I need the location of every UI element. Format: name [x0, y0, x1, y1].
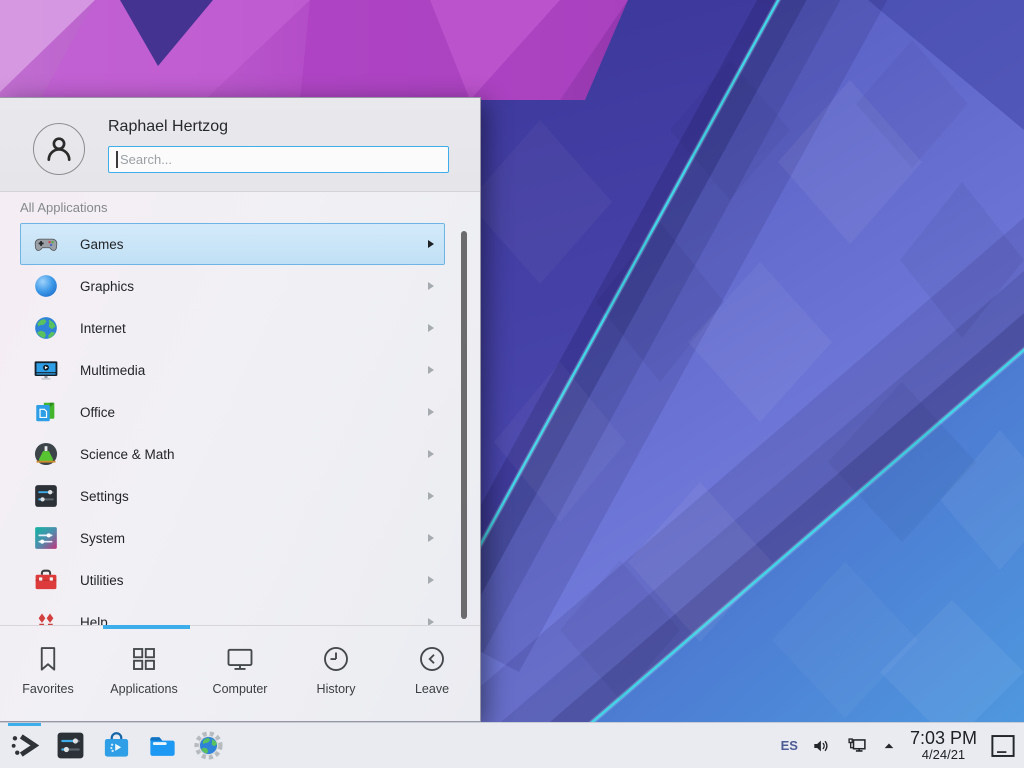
user-name: Raphael Hertzog — [108, 118, 228, 136]
submenu-arrow-icon — [428, 282, 434, 290]
clock-date: 4/24/21 — [922, 748, 965, 762]
tab-favorites[interactable]: Favorites — [0, 637, 96, 717]
submenu-arrow-icon — [428, 366, 434, 374]
application-launcher-menu: Raphael Hertzog All Applications Games G… — [0, 97, 481, 722]
active-task-indicator — [8, 723, 41, 726]
app-launcher-icon[interactable] — [8, 729, 41, 762]
category-row-science-math[interactable]: Science & Math — [20, 433, 445, 475]
tab-label: Favorites — [22, 682, 73, 696]
system-icon — [33, 525, 59, 551]
category-row-office[interactable]: Office — [20, 391, 445, 433]
gamepad-icon — [33, 231, 59, 257]
category-label: Settings — [80, 489, 428, 504]
office-icon — [33, 399, 59, 425]
submenu-arrow-icon — [428, 450, 434, 458]
category-label: Help — [80, 615, 428, 626]
tab-label: History — [317, 682, 356, 696]
submenu-arrow-icon — [428, 618, 434, 625]
system-settings-icon[interactable] — [54, 729, 87, 762]
text-caret — [116, 151, 118, 168]
header-separator — [0, 191, 480, 192]
active-tab-indicator — [103, 625, 190, 629]
user-icon — [42, 132, 76, 166]
category-row-internet[interactable]: Internet — [20, 307, 445, 349]
web-globe-icon[interactable] — [192, 729, 225, 762]
launcher-tab-bar: Favorites Applications Computer History … — [0, 637, 480, 717]
file-manager-icon[interactable] — [146, 729, 179, 762]
submenu-arrow-icon — [428, 408, 434, 416]
category-row-system[interactable]: System — [20, 517, 445, 559]
network-icon[interactable] — [846, 735, 868, 757]
help-icon — [33, 609, 59, 625]
submenu-arrow-icon — [428, 576, 434, 584]
sphere-icon — [33, 273, 59, 299]
search-field — [108, 146, 449, 173]
submenu-arrow-icon — [428, 492, 434, 500]
tab-label: Computer — [213, 682, 268, 696]
category-label: Games — [80, 237, 428, 252]
category-label: Office — [80, 405, 428, 420]
tab-label: Applications — [110, 682, 177, 696]
submenu-arrow-icon — [428, 534, 434, 542]
volume-icon[interactable] — [811, 735, 833, 757]
science-icon — [33, 441, 59, 467]
settings-icon — [33, 483, 59, 509]
category-row-settings[interactable]: Settings — [20, 475, 445, 517]
submenu-arrow-icon — [428, 324, 434, 332]
category-label: Utilities — [80, 573, 428, 588]
category-label: System — [80, 531, 428, 546]
category-row-utilities[interactable]: Utilities — [20, 559, 445, 601]
category-label: Science & Math — [80, 447, 428, 462]
system-tray: ES 7:03 PM 4/24/21 — [781, 723, 1024, 768]
footer-separator — [0, 625, 480, 626]
category-label: Multimedia — [80, 363, 428, 378]
scrollbar[interactable] — [461, 231, 467, 619]
clock-time: 7:03 PM — [910, 729, 977, 748]
tab-label: Leave — [415, 682, 449, 696]
leave-icon — [417, 644, 447, 674]
discover-icon[interactable] — [100, 729, 133, 762]
tab-history[interactable]: History — [288, 637, 384, 717]
category-row-games[interactable]: Games — [20, 223, 445, 265]
globe-icon — [33, 315, 59, 341]
keyboard-layout-indicator[interactable]: ES — [781, 738, 798, 753]
tab-leave[interactable]: Leave — [384, 637, 480, 717]
tab-computer[interactable]: Computer — [192, 637, 288, 717]
show-desktop-button[interactable] — [990, 733, 1016, 759]
bookmark-icon — [33, 644, 63, 674]
desktop: Raphael Hertzog All Applications Games G… — [0, 0, 1024, 768]
category-list: Games Graphics Internet Multimedia Offic… — [20, 223, 445, 625]
tab-applications[interactable]: Applications — [96, 637, 192, 717]
expand-tray-icon[interactable] — [881, 738, 897, 754]
category-row-graphics[interactable]: Graphics — [20, 265, 445, 307]
clock[interactable]: 7:03 PM 4/24/21 — [910, 729, 977, 762]
category-label: Graphics — [80, 279, 428, 294]
applications-grid-icon — [129, 644, 159, 674]
computer-icon — [225, 644, 255, 674]
taskbar: ES 7:03 PM 4/24/21 — [0, 722, 1024, 768]
show-desktop-icon — [990, 733, 1016, 759]
user-avatar[interactable] — [33, 123, 85, 175]
history-clock-icon — [321, 644, 351, 674]
taskbar-launchers — [0, 723, 225, 768]
launcher-header: Raphael Hertzog — [0, 98, 480, 191]
search-input[interactable] — [108, 146, 449, 173]
section-label: All Applications — [20, 200, 107, 215]
category-label: Internet — [80, 321, 428, 336]
submenu-arrow-icon — [428, 240, 434, 248]
utilities-icon — [33, 567, 59, 593]
multimedia-icon — [33, 357, 59, 383]
category-row-multimedia[interactable]: Multimedia — [20, 349, 445, 391]
category-row-help[interactable]: Help — [20, 601, 445, 625]
